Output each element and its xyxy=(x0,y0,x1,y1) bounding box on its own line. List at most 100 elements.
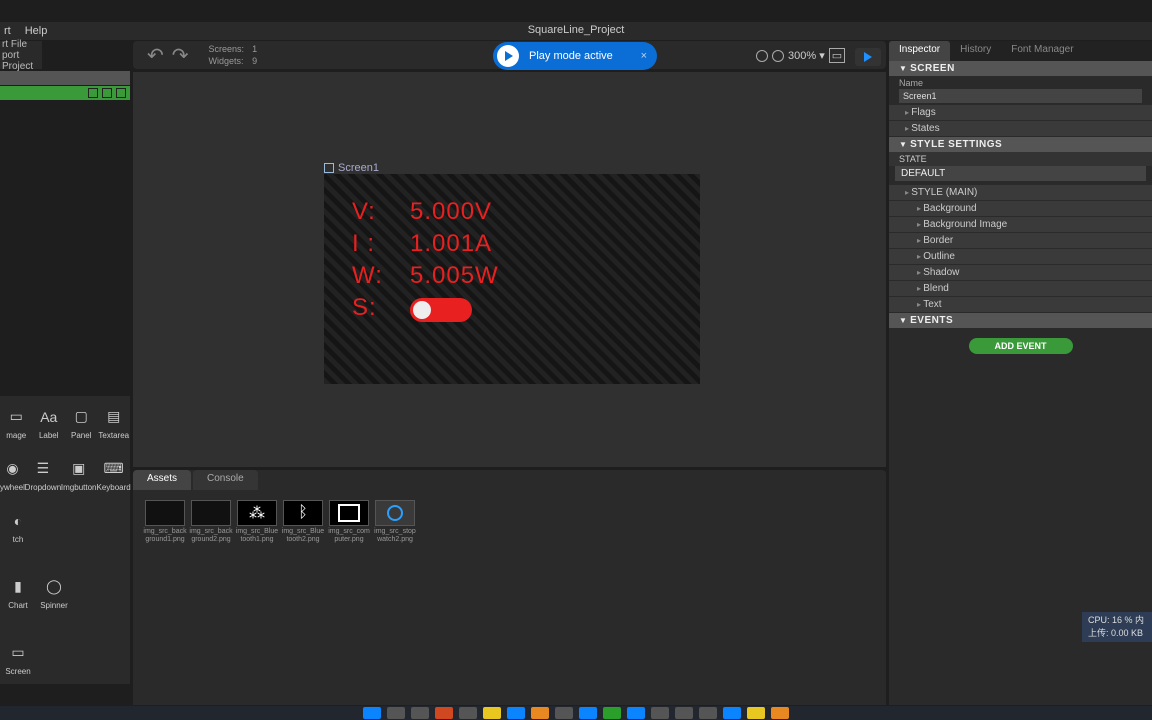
name-input[interactable]: Screen1 xyxy=(899,89,1142,103)
asset-item[interactable]: img_src_computer.png xyxy=(327,500,371,544)
close-icon[interactable]: × xyxy=(641,50,647,62)
asset-item[interactable]: ᛒimg_src_Bluetooth2.png xyxy=(281,500,325,544)
device-preview[interactable]: V: 5.000V I : 1.001A W: 5.005W S: xyxy=(324,174,700,384)
pal-dropdown[interactable]: ☰Dropdown xyxy=(25,448,61,500)
image-icon: ▭ xyxy=(4,405,28,429)
menu-item[interactable]: rt xyxy=(4,25,11,37)
pal-image[interactable]: ▭mage xyxy=(0,396,33,448)
menu-item-help[interactable]: Help xyxy=(25,25,48,37)
asset-thumb: ⁂ xyxy=(237,500,277,526)
screen-bar xyxy=(0,71,130,85)
screen-tag[interactable]: Screen1 xyxy=(324,162,379,174)
taskbar-app[interactable] xyxy=(579,707,597,719)
asset-item[interactable]: ⁂img_src_Bluetooth1.png xyxy=(235,500,279,544)
row-flags[interactable]: Flags xyxy=(889,105,1152,121)
voltage-label: V: xyxy=(352,198,386,226)
play-button[interactable] xyxy=(855,48,881,66)
section-screen[interactable]: SCREEN xyxy=(889,61,1152,76)
fit-icon[interactable]: ▭ xyxy=(829,48,845,63)
asset-item[interactable]: img_src_background1.png xyxy=(143,500,187,544)
tab-console[interactable]: Console xyxy=(193,470,258,490)
taskbar-app[interactable] xyxy=(771,707,789,719)
taskbar-app[interactable] xyxy=(555,707,573,719)
field-name: Name Screen1 xyxy=(889,76,1152,105)
row-style-main[interactable]: STYLE (MAIN) xyxy=(889,185,1152,201)
widget-palette: ▭mage AaLabel ▢Panel ▤Textarea ◉ywheel ☰… xyxy=(0,396,130,684)
taskbar xyxy=(0,706,1152,720)
eye-icon[interactable] xyxy=(88,88,98,98)
pal-keyboard[interactable]: ⌨Keyboard xyxy=(96,448,130,500)
project-line[interactable]: rt File xyxy=(2,39,42,50)
pal-textarea[interactable]: ▤Textarea xyxy=(98,396,131,448)
style-blend[interactable]: Blend xyxy=(889,281,1152,297)
style-outline[interactable]: Outline xyxy=(889,249,1152,265)
voltage-value: 5.000V xyxy=(410,198,492,226)
zoom-out-icon[interactable] xyxy=(756,50,768,62)
taskbar-app[interactable] xyxy=(627,707,645,719)
style-background[interactable]: Background xyxy=(889,201,1152,217)
imgbutton-icon: ▣ xyxy=(67,457,91,481)
project-list: rt File port Project xyxy=(0,41,42,69)
add-event-button[interactable]: ADD EVENT xyxy=(969,338,1073,354)
taskbar-app[interactable] xyxy=(483,707,501,719)
screen-item-active[interactable] xyxy=(0,86,130,100)
style-text[interactable]: Text xyxy=(889,297,1152,313)
project-line[interactable]: port Project xyxy=(2,50,42,72)
style-shadow[interactable]: Shadow xyxy=(889,265,1152,281)
taskbar-app[interactable] xyxy=(675,707,693,719)
taskbar-app[interactable] xyxy=(459,707,477,719)
section-events[interactable]: EVENTS xyxy=(889,313,1152,328)
current-label: I : xyxy=(352,230,386,258)
panel-icon: ▢ xyxy=(69,405,93,429)
row-states[interactable]: States xyxy=(889,121,1152,137)
pal-panel[interactable]: ▢Panel xyxy=(65,396,98,448)
tab-fontmanager[interactable]: Font Manager xyxy=(1001,41,1083,61)
asset-item[interactable]: img_src_background2.png xyxy=(189,500,233,544)
zoom-controls: 300% ▾ ▭ xyxy=(756,48,845,63)
taskbar-app[interactable] xyxy=(603,707,621,719)
section-style-settings[interactable]: STYLE SETTINGS xyxy=(889,137,1152,152)
taskbar-app[interactable] xyxy=(363,707,381,719)
play-mode-pill[interactable]: Play mode active × xyxy=(493,42,657,70)
canvas-stats: Screens:1 Widgets:9 xyxy=(207,42,266,68)
lock-icon[interactable] xyxy=(102,88,112,98)
power-label: W: xyxy=(352,262,386,290)
taskbar-app[interactable] xyxy=(387,707,405,719)
taskbar-app[interactable] xyxy=(507,707,525,719)
switch-knob[interactable] xyxy=(413,301,431,319)
zoom-value[interactable]: 300% ▾ xyxy=(788,49,825,62)
state-value[interactable]: DEFAULT xyxy=(895,166,1146,181)
taskbar-app[interactable] xyxy=(723,707,741,719)
asset-item[interactable]: img_src_stopwatch2.png xyxy=(373,500,417,544)
taskbar-app[interactable] xyxy=(747,707,765,719)
inspector-tabs: Inspector History Font Manager xyxy=(889,41,1152,61)
taskbar-app[interactable] xyxy=(411,707,429,719)
tab-inspector[interactable]: Inspector xyxy=(889,41,950,61)
asset-thumb xyxy=(375,500,415,526)
pal-switch[interactable]: ◐tch xyxy=(0,500,36,552)
code-icon[interactable] xyxy=(116,88,126,98)
taskbar-app[interactable] xyxy=(699,707,717,719)
play-label: Play mode active xyxy=(529,50,641,62)
switch-widget[interactable] xyxy=(410,298,472,322)
pal-chart[interactable]: ▮Chart xyxy=(0,566,36,618)
asset-thumb xyxy=(191,500,231,526)
taskbar-app[interactable] xyxy=(531,707,549,719)
pal-label[interactable]: AaLabel xyxy=(33,396,66,448)
tab-assets[interactable]: Assets xyxy=(133,470,191,490)
undo-icon[interactable]: ↶ xyxy=(147,43,164,68)
pal-imgbutton[interactable]: ▣Imgbutton xyxy=(61,448,97,500)
state-label: STATE xyxy=(889,152,1152,166)
pal-screen[interactable]: ▭Screen xyxy=(0,632,36,684)
app-title: SquareLine_Project xyxy=(528,24,625,36)
pal-wheel[interactable]: ◉ywheel xyxy=(0,448,25,500)
style-border[interactable]: Border xyxy=(889,233,1152,249)
pal-spinner[interactable]: ◯Spinner xyxy=(36,566,72,618)
tab-history[interactable]: History xyxy=(950,41,1001,61)
redo-icon[interactable]: ↷ xyxy=(172,43,189,68)
style-background-image[interactable]: Background Image xyxy=(889,217,1152,233)
taskbar-app[interactable] xyxy=(651,707,669,719)
taskbar-app[interactable] xyxy=(435,707,453,719)
zoom-in-icon[interactable] xyxy=(772,50,784,62)
play-icon[interactable] xyxy=(497,45,519,67)
